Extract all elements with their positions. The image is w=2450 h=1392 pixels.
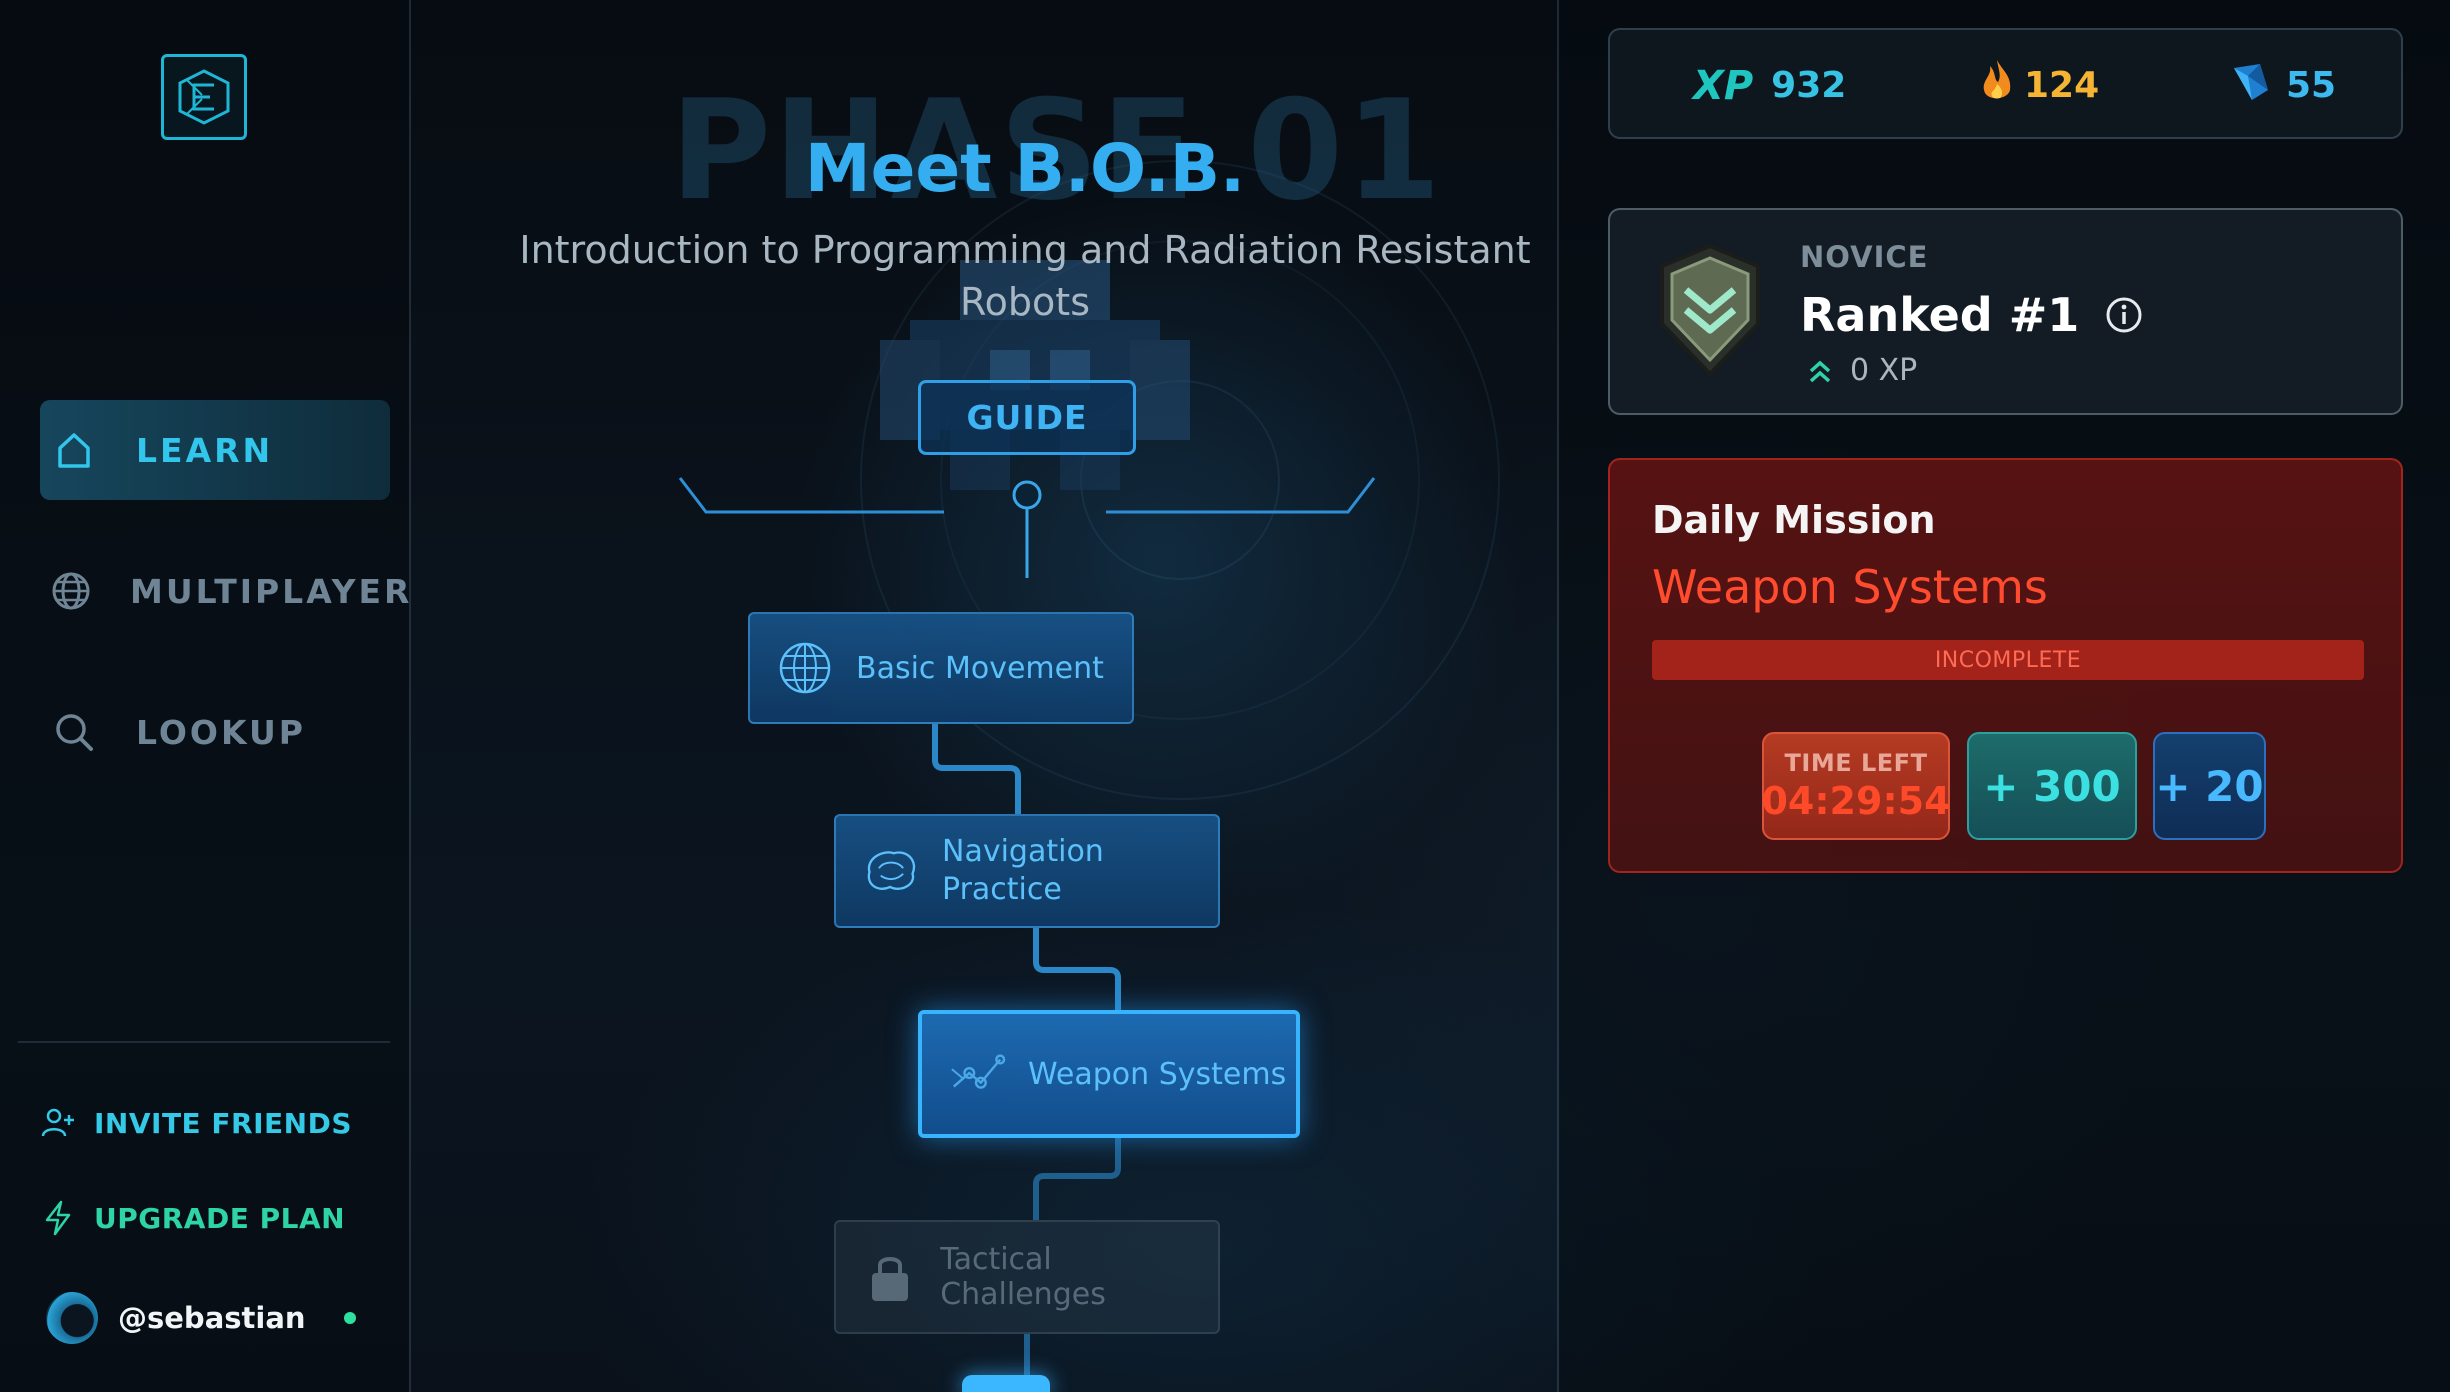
nav-lookup-label: LOOKUP: [136, 712, 306, 752]
lesson-node-navigation-practice[interactable]: Navigation Practice: [834, 814, 1220, 928]
nav-learn[interactable]: LEARN: [40, 400, 390, 500]
reward-gems-badge: + 20: [2153, 732, 2266, 840]
lock-icon: [862, 1248, 918, 1306]
info-icon[interactable]: [2105, 296, 2143, 334]
home-icon: [50, 426, 98, 474]
rank-title-text: Ranked #1: [1800, 288, 2080, 342]
sidebar-divider: [18, 1041, 390, 1043]
lesson-label: Navigation Practice: [942, 834, 1104, 907]
mission-heading: Daily Mission: [1652, 498, 1936, 542]
invite-friends-link[interactable]: INVITE FRIENDS: [40, 1098, 352, 1148]
mission-name: Weapon Systems: [1652, 560, 2048, 614]
nav-learn-label: LEARN: [136, 430, 274, 470]
brain-icon: [862, 842, 920, 900]
daily-mission-card[interactable]: Daily Mission Weapon Systems INCOMPLETE …: [1608, 458, 2403, 873]
nav-multiplayer[interactable]: MULTIPLAYER: [40, 541, 409, 641]
lesson-label: Basic Movement: [856, 650, 1104, 686]
username: @sebastian: [118, 1301, 306, 1335]
xp-stat: XP 932: [1693, 30, 1846, 141]
flame-icon: [1980, 58, 2014, 113]
rank-title: Ranked #1: [1800, 288, 2143, 342]
rank-tier: NOVICE: [1800, 240, 1929, 274]
xp-value: 932: [1771, 65, 1847, 106]
reward-xp-badge: + 300: [1967, 732, 2137, 840]
nav-lookup[interactable]: LOOKUP: [40, 682, 390, 782]
search-icon: [50, 708, 98, 756]
globe-icon: [50, 567, 92, 615]
streak-value: 124: [2024, 65, 2100, 106]
globe-grid-icon: [776, 639, 834, 697]
rank-xp: 0 XP: [1806, 353, 1917, 388]
rank-badge-icon: [1660, 243, 1760, 377]
app-logo[interactable]: [161, 54, 247, 140]
mission-status-bar: INCOMPLETE: [1652, 640, 2364, 680]
guide-button[interactable]: GUIDE: [918, 380, 1136, 455]
upgrade-plan-link[interactable]: UPGRADE PLAN: [40, 1193, 345, 1243]
user-profile[interactable]: @sebastian: [46, 1290, 376, 1346]
gem-icon: [2230, 60, 2272, 111]
course-title: Meet B.O.B.: [804, 130, 1246, 207]
streak-stat: 124: [1980, 30, 2099, 141]
add-user-icon: [40, 1105, 76, 1141]
double-chevron-up-icon: [1806, 357, 1834, 385]
lesson-node-tactical-challenges: Tactical Challenges: [834, 1220, 1220, 1334]
time-left-box: TIME LEFT 04:29:54: [1761, 732, 1951, 840]
upgrade-plan-label: UPGRADE PLAN: [94, 1201, 346, 1235]
gems-stat: 55: [2230, 30, 2336, 141]
avatar: [46, 1292, 98, 1344]
scroll-indicator[interactable]: [962, 1375, 1050, 1392]
lightning-icon: [40, 1200, 76, 1236]
invite-friends-label: INVITE FRIENDS: [94, 1106, 352, 1140]
course-subtitle: Introduction to Programming and Radiatio…: [519, 228, 1531, 324]
panel-divider: [409, 0, 411, 1392]
graph-nodes-icon: [948, 1045, 1006, 1103]
xp-icon: XP: [1693, 62, 1754, 109]
time-left-value: 04:29:54: [1761, 779, 1951, 823]
stats-bar: XP 932 124 55: [1608, 28, 2403, 139]
sidebar: LEARN MULTIPLAYER LOOKUP INVITE FRIENDS …: [0, 0, 409, 1392]
logo-icon: [178, 69, 230, 125]
time-left-label: TIME LEFT: [1784, 749, 1928, 777]
online-status-dot: [344, 1312, 356, 1324]
lesson-label: Tactical Challenges: [940, 1242, 1106, 1312]
lesson-node-basic-movement[interactable]: Basic Movement: [748, 612, 1134, 724]
lesson-node-weapon-systems[interactable]: Weapon Systems: [918, 1010, 1300, 1138]
gems-value: 55: [2286, 65, 2337, 106]
rank-card: NOVICE Ranked #1 0 XP: [1608, 208, 2403, 415]
lesson-label: Weapon Systems: [1028, 1056, 1287, 1092]
rank-xp-value: 0 XP: [1850, 353, 1918, 388]
nav-multiplayer-label: MULTIPLAYER: [130, 571, 413, 611]
